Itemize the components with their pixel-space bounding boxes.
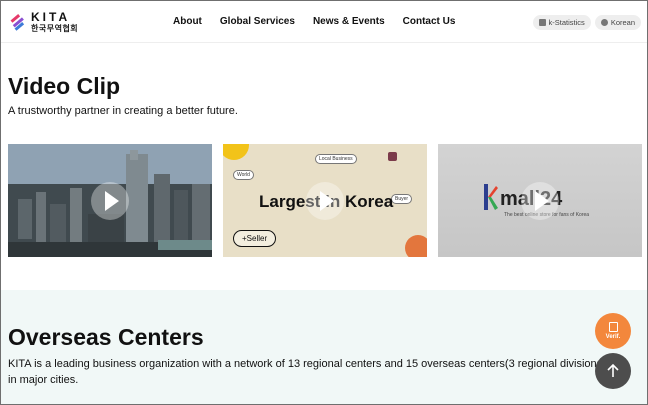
overseas-description: KITA is a leading business organization …: [8, 358, 606, 386]
globe-icon: [600, 19, 608, 26]
kita-logo[interactable]: KITA 한국무역협회: [9, 11, 78, 33]
main-nav: About Global Services News & Events Cont…: [173, 16, 473, 27]
video-clip-subtitle: A trustworthy partner in creating a bett…: [8, 105, 238, 117]
overseas-section: Overseas Centers KITA is a leading busin…: [1, 290, 647, 404]
decor-orange-circle: [405, 235, 427, 257]
video-clip-title: Video Clip: [8, 73, 121, 99]
chart-icon: [538, 19, 546, 26]
kmall-k-logo-icon: [484, 184, 498, 210]
document-icon: [608, 322, 618, 332]
tag-chip: World: [233, 170, 254, 180]
nav-news-events[interactable]: News & Events: [313, 16, 385, 27]
play-button[interactable]: [521, 181, 559, 220]
nav-contact-us[interactable]: Contact Us: [403, 16, 456, 27]
kita-logo-icon: [10, 14, 25, 31]
header-utilities: k-Statistics Korean: [529, 15, 641, 30]
tag-chip: Buyer: [391, 194, 413, 204]
verification-label: Verif.: [605, 334, 621, 340]
tag-chip: Local Business: [315, 154, 357, 164]
logo-english: KITA: [31, 10, 71, 24]
decor-box-icon: [388, 152, 397, 161]
site-header: KITA 한국무역협회 About Global Services News &…: [1, 1, 647, 43]
seller-chip: +Seller: [233, 230, 277, 247]
logo-korean: 한국무역협회: [31, 24, 79, 33]
k-statistics-label: k-Statistics: [548, 18, 585, 27]
video-thumb-city[interactable]: [8, 144, 212, 257]
arrow-up-icon: [607, 363, 619, 377]
decor-yellow-circle: [223, 144, 249, 160]
play-button[interactable]: [91, 181, 129, 220]
page: KITA 한국무역협회 About Global Services News &…: [0, 0, 648, 405]
verification-button[interactable]: Verif.: [595, 313, 631, 349]
video-thumb-kmall24[interactable]: mall24 The best online store for fans of…: [438, 144, 642, 257]
k-statistics-button[interactable]: k-Statistics: [532, 15, 591, 30]
nav-about[interactable]: About: [173, 16, 202, 27]
language-button[interactable]: Korean: [594, 15, 641, 30]
nav-global-services[interactable]: Global Services: [220, 16, 295, 27]
scroll-to-top-button[interactable]: [595, 353, 631, 389]
language-label: Korean: [610, 18, 635, 27]
overseas-title: Overseas Centers: [8, 324, 204, 350]
play-button[interactable]: [306, 181, 344, 220]
video-thumb-largest-in-korea[interactable]: Local Business World Buyer Largest in Ko…: [223, 144, 427, 257]
